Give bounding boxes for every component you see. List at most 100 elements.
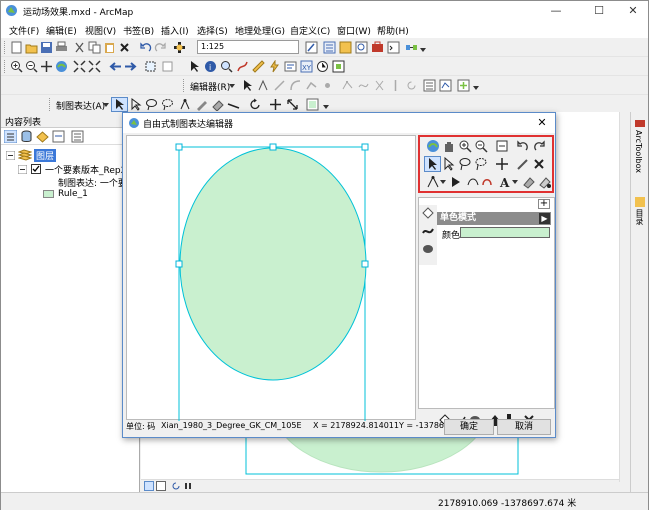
catalog-tab[interactable]: 目录 — [634, 209, 645, 225]
zoom-out-icon[interactable] — [25, 60, 38, 73]
toolbar-grip[interactable] — [4, 60, 7, 73]
add-vertex-icon[interactable] — [426, 175, 440, 189]
toolbar-options-icon[interactable] — [323, 101, 329, 109]
erase-icon[interactable] — [522, 175, 536, 189]
redo-icon[interactable] — [532, 139, 546, 153]
color-swatch[interactable] — [460, 227, 550, 238]
python-window-icon[interactable] — [387, 41, 400, 54]
split-curve-icon[interactable] — [480, 175, 494, 189]
resize-handle-right[interactable] — [361, 260, 369, 268]
close-button[interactable]: ✕ — [618, 1, 648, 21]
lasso-direct-select-icon[interactable] — [161, 98, 174, 111]
pan-hand-icon[interactable] — [442, 139, 456, 153]
map-vertical-scrollbar[interactable] — [619, 112, 630, 482]
find-icon[interactable] — [220, 60, 233, 73]
ok-button[interactable]: 确定 — [444, 419, 494, 435]
fill-layer-icon[interactable] — [422, 243, 434, 255]
identify-icon[interactable]: i — [204, 60, 217, 73]
clear-selection-icon[interactable] — [161, 60, 174, 73]
editor-drawing[interactable] — [127, 136, 417, 421]
fixed-zoom-out-icon[interactable] — [88, 60, 101, 73]
globe-icon[interactable] — [426, 139, 440, 153]
new-document-icon[interactable] — [10, 41, 23, 54]
marker-layer-icon[interactable] — [422, 207, 434, 219]
menu-geoprocessing[interactable]: 地理处理(G) — [235, 24, 285, 37]
modelbuilder-icon[interactable] — [405, 41, 418, 54]
edit-annotation-icon[interactable] — [257, 79, 270, 92]
menu-edit[interactable]: 编辑(E) — [46, 24, 77, 37]
line-tool-icon[interactable] — [227, 98, 240, 111]
add-layer-button[interactable]: + — [538, 199, 550, 209]
menu-customize[interactable]: 自定义(C) — [290, 24, 330, 37]
menu-windows[interactable]: 窗口(W) — [337, 24, 371, 37]
toc-options-icon[interactable] — [71, 130, 84, 143]
catalog-icon[interactable] — [339, 41, 352, 54]
pen-tool-icon[interactable] — [195, 98, 208, 111]
layer-name[interactable]: 一个要素版本_Rep2 — [45, 163, 126, 176]
sketch-properties-icon[interactable] — [439, 79, 452, 92]
zoom-in-icon[interactable] — [458, 139, 472, 153]
html-popup-icon[interactable] — [284, 60, 297, 73]
hyperlink-icon[interactable] — [268, 60, 281, 73]
copy-icon[interactable] — [88, 41, 101, 54]
undo-icon[interactable] — [139, 41, 152, 54]
menu-help[interactable]: 帮助(H) — [377, 24, 409, 37]
list-by-source-icon[interactable] — [20, 130, 33, 143]
table-of-contents-icon[interactable] — [323, 41, 336, 54]
arctoolbox-tab[interactable]: ArcToolbox — [634, 130, 643, 173]
find-route-icon[interactable] — [236, 60, 249, 73]
editor-canvas[interactable] — [126, 135, 417, 421]
select-elements-icon[interactable] — [188, 60, 201, 73]
eraser-icon[interactable] — [211, 98, 224, 111]
direct-select-icon[interactable] — [129, 98, 142, 111]
resize-handle-top-left[interactable] — [175, 143, 183, 151]
resize-handle-top[interactable] — [269, 143, 277, 151]
fill-mode-menu-button[interactable]: ▶ — [539, 213, 550, 224]
map-horizontal-scrollbar[interactable] — [141, 479, 619, 492]
lasso-direct-select-icon[interactable] — [474, 157, 488, 171]
list-by-visibility-icon[interactable] — [36, 130, 49, 143]
pause-drawing-icon[interactable] — [183, 481, 193, 491]
text-tool-dropdown-icon[interactable] — [512, 179, 518, 185]
map-scale-combo[interactable]: 1:125 — [197, 40, 299, 54]
menu-selection[interactable]: 选择(S) — [197, 24, 228, 37]
maximize-button[interactable]: ☐ — [584, 1, 614, 21]
list-by-selection-icon[interactable] — [52, 130, 65, 143]
full-extent-icon[interactable] — [55, 60, 68, 73]
direct-select-icon[interactable] — [442, 157, 456, 171]
toolbar-options-icon[interactable] — [473, 82, 479, 90]
create-features-icon[interactable] — [457, 79, 470, 92]
add-vertex-icon[interactable] — [179, 98, 192, 111]
toolbar-grip[interactable] — [4, 41, 7, 54]
time-slider-icon[interactable] — [316, 60, 329, 73]
fixed-zoom-in-icon[interactable] — [73, 60, 86, 73]
toolbar-options-icon[interactable] — [420, 44, 426, 52]
open-folder-icon[interactable] — [25, 41, 38, 54]
edit-tool-icon[interactable] — [241, 79, 254, 92]
resize-handle-top-right[interactable] — [361, 143, 369, 151]
print-icon[interactable] — [55, 41, 68, 54]
dialog-close-button[interactable]: ✕ — [533, 115, 551, 131]
list-by-drawing-order-icon[interactable] — [4, 130, 17, 143]
forward-extent-icon[interactable] — [124, 60, 137, 73]
collapse-layer-icon[interactable] — [18, 165, 27, 174]
go-to-xy-icon[interactable]: XY — [300, 60, 313, 73]
layers-label[interactable]: 图层 — [34, 149, 57, 162]
redo-icon[interactable] — [154, 41, 167, 54]
layer-visibility-checkbox[interactable] — [31, 164, 41, 174]
catalog-dock-icon[interactable] — [634, 196, 646, 208]
fit-extent-icon[interactable] — [495, 139, 509, 153]
add-data-icon[interactable] — [173, 41, 186, 54]
menu-bookmarks[interactable]: 书签(B) — [123, 24, 154, 37]
cut-icon[interactable] — [73, 41, 86, 54]
attributes-icon[interactable] — [423, 79, 436, 92]
menu-view[interactable]: 视图(V) — [85, 24, 116, 37]
toolbar-grip[interactable] — [183, 79, 186, 92]
data-view-icon[interactable] — [144, 481, 154, 491]
refresh-icon[interactable] — [171, 481, 181, 491]
editor-toolbar-icon[interactable] — [305, 41, 318, 54]
reshape-curve-icon[interactable] — [466, 175, 480, 189]
minimize-button[interactable]: — — [541, 1, 571, 21]
search-window-icon[interactable] — [355, 41, 368, 54]
cut-polygons-icon[interactable] — [373, 79, 386, 92]
